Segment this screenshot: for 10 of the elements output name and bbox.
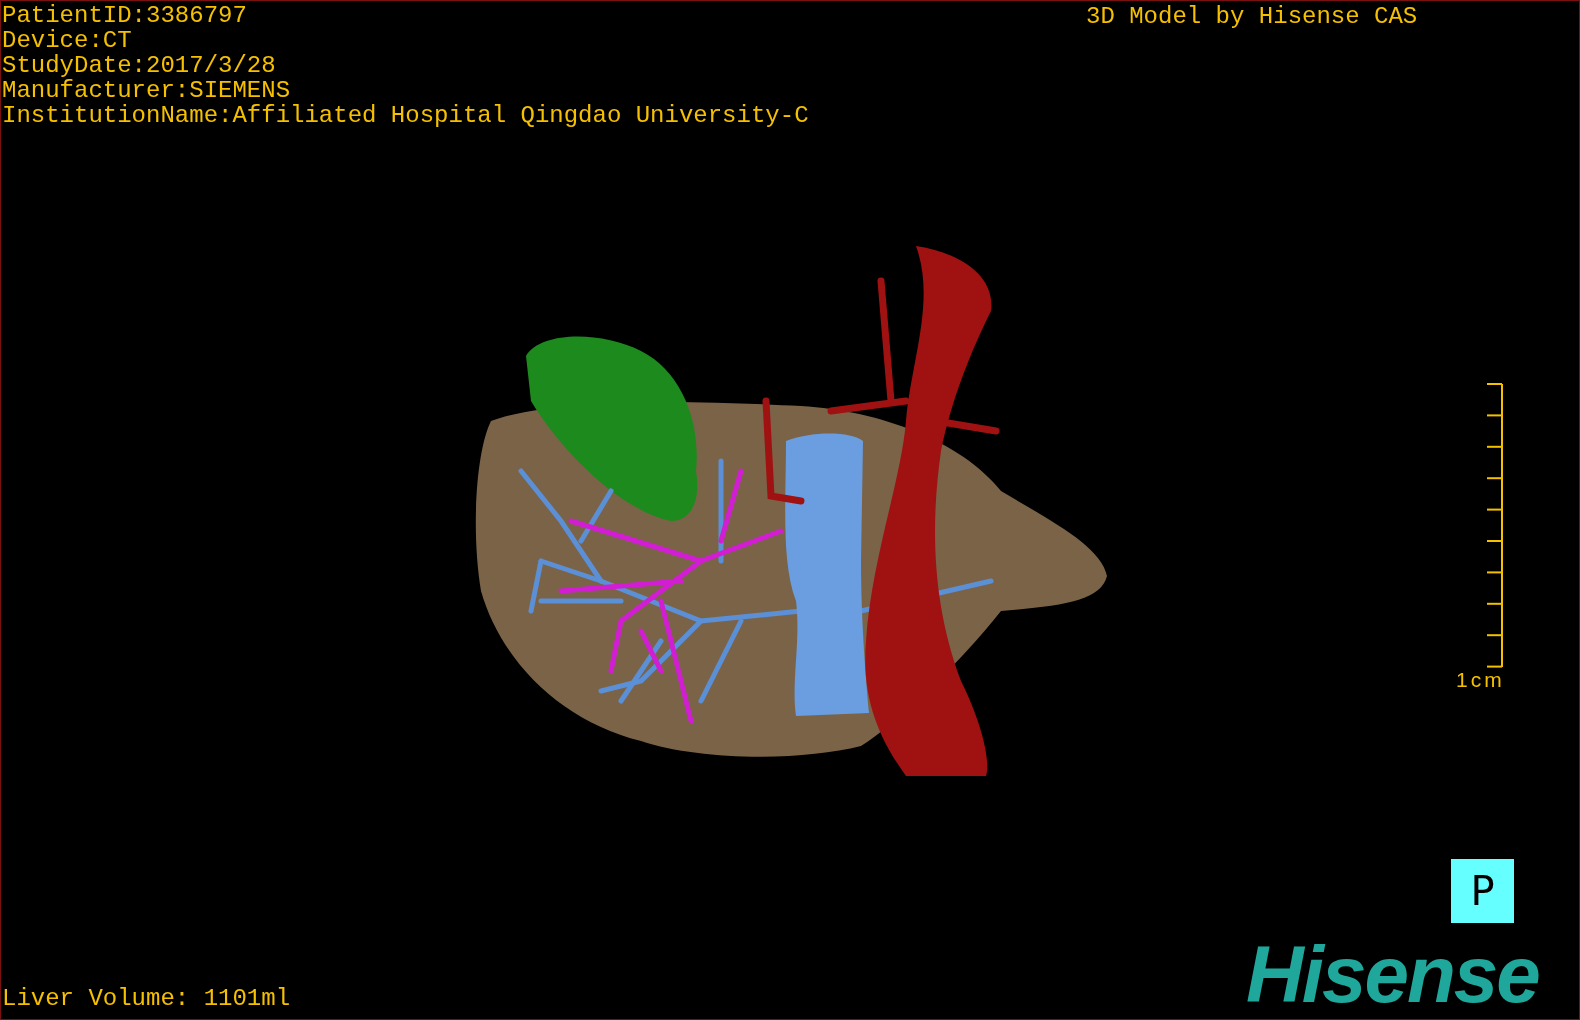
- patient-info-line: InstitutionName:Affiliated Hospital Qingdao University-C: [2, 103, 809, 128]
- orientation-marker: P: [1451, 859, 1514, 923]
- scale-label: 1cm: [1456, 668, 1505, 692]
- patient-info-line: Device:CT: [2, 28, 133, 53]
- patient-info-line: StudyDate:2017/3/28: [2, 53, 277, 78]
- model-credit: 3D Model by Hisense CAS: [1086, 4, 1418, 29]
- brand-logo: Hisense: [1246, 939, 1539, 1011]
- liver-volume: Liver Volume: 1101ml: [2, 986, 291, 1011]
- patient-info-line: PatientID:3386797: [2, 3, 248, 28]
- patient-info-line: Manufacturer:SIEMENS: [2, 78, 292, 103]
